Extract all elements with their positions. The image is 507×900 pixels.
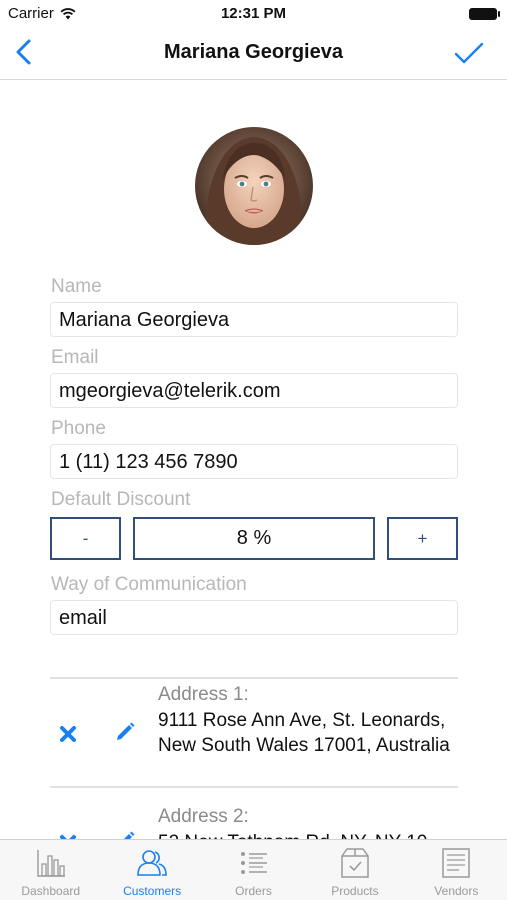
box-icon — [341, 848, 369, 878]
divider — [50, 677, 458, 679]
name-field[interactable]: Mariana Georgieva — [50, 302, 458, 337]
tab-vendors[interactable]: Vendors — [406, 840, 507, 900]
receipt-icon — [442, 848, 471, 878]
navigation-bar: Mariana Georgieva — [0, 28, 507, 80]
people-icon — [137, 850, 167, 876]
tab-customers[interactable]: Customers — [101, 840, 202, 900]
tab-label: Orders — [235, 884, 272, 898]
tab-label: Products — [331, 884, 379, 898]
address-row: Address 2: 52 New Tothnam Rd, NY, NY 10 — [50, 789, 458, 839]
back-button[interactable] — [10, 38, 40, 68]
discount-label: Default Discount — [51, 489, 191, 510]
tab-label: Dashboard — [21, 884, 81, 898]
tab-orders[interactable]: Orders — [203, 840, 304, 900]
checkmark-icon — [454, 42, 484, 64]
pencil-icon — [124, 831, 135, 839]
address-label: Address 1: — [158, 684, 249, 705]
address-row: Address 1: 9111 Rose Ann Ave, St. Leonar… — [50, 680, 458, 785]
customer-photo — [195, 127, 313, 245]
divider — [50, 786, 458, 788]
edit-address-button[interactable] — [114, 830, 136, 839]
address-text: 9111 Rose Ann Ave, St. Leonards, New Sou… — [158, 710, 450, 756]
tab-bar: Dashboard Customers Orders Products Vend… — [0, 839, 507, 900]
close-icon — [60, 726, 76, 742]
address-text: 52 New Tothnam Rd, NY, NY 10 — [158, 830, 456, 839]
tab-label: Customers — [123, 884, 182, 898]
email-field[interactable]: mgeorgieva@telerik.com — [50, 373, 458, 408]
avatar — [195, 127, 313, 245]
communication-field[interactable]: email — [50, 600, 458, 635]
tab-products[interactable]: Products — [304, 840, 405, 900]
phone-field[interactable]: 1 (11) 123 456 7890 — [50, 444, 458, 479]
discount-decrement-button[interactable]: - — [50, 517, 121, 560]
tab-dashboard[interactable]: Dashboard — [0, 840, 101, 900]
save-button[interactable] — [453, 38, 485, 68]
delete-address-button[interactable] — [58, 724, 78, 744]
tab-label: Vendors — [434, 884, 479, 898]
chevron-left-icon — [16, 39, 31, 65]
discount-value: 8 % — [133, 517, 375, 560]
edit-address-button[interactable] — [114, 721, 136, 743]
status-time: 12:31 PM — [220, 5, 287, 22]
name-label: Name — [51, 276, 102, 297]
pencil-icon — [117, 722, 135, 740]
page-title: Mariana Georgieva — [164, 41, 343, 63]
communication-label: Way of Communication — [51, 574, 247, 595]
list-icon — [240, 852, 267, 874]
discount-increment-button[interactable]: + — [387, 517, 458, 560]
status-bar: Carrier 12:31 PM — [0, 0, 507, 28]
bar-chart-icon — [37, 850, 65, 877]
battery-icon — [469, 8, 500, 20]
email-label: Email — [51, 347, 99, 368]
address-label: Address 2: — [158, 806, 249, 827]
phone-label: Phone — [51, 418, 106, 439]
